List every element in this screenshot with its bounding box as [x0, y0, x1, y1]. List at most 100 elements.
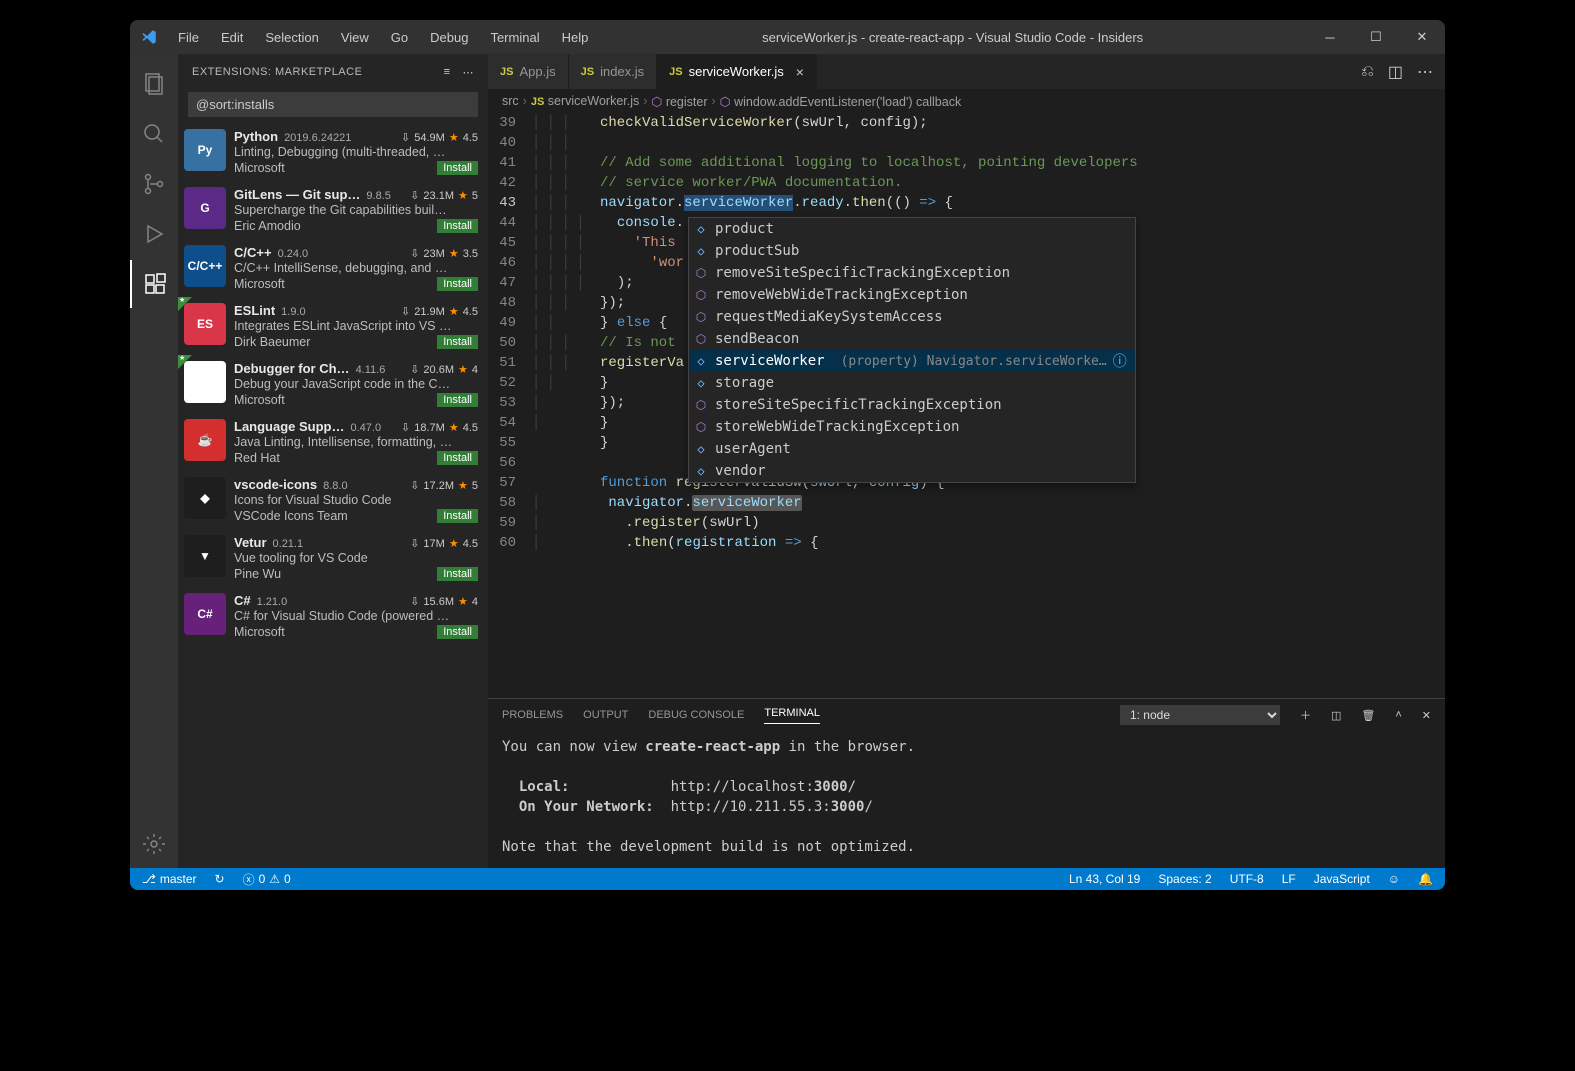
breadcrumb-part[interactable]: JS serviceWorker.js	[531, 94, 639, 108]
minimize-button[interactable]: ─	[1307, 20, 1353, 54]
extension-item[interactable]: ▼ Vetur0.21.1 ⇩17M ★4.5 Vue tooling for …	[178, 529, 488, 587]
minimap[interactable]	[1427, 113, 1445, 698]
code-line[interactable]: 41│ │ │ // Add some additional logging t…	[488, 153, 1427, 173]
code-line[interactable]: 40│ │ │	[488, 133, 1427, 153]
extension-item[interactable]: G GitLens — Git sup…9.8.5 ⇩23.1M ★5 Supe…	[178, 181, 488, 239]
code-editor[interactable]: 39│ │ │ checkValidServiceWorker(swUrl, c…	[488, 113, 1445, 698]
problems-status[interactable]: ⓧ0 ⚠0	[239, 871, 295, 888]
suggest-item[interactable]: ⬡sendBeacon	[689, 328, 1135, 350]
extension-item[interactable]: ☕ Language Supp…0.47.0 ⇩18.7M ★4.5 Java …	[178, 413, 488, 471]
more-icon[interactable]: ⋯	[463, 66, 475, 79]
install-button[interactable]: Install	[437, 335, 478, 349]
suggest-label: storeSiteSpecificTrackingException	[715, 397, 1002, 413]
maximize-button[interactable]: ☐	[1353, 20, 1399, 54]
breadcrumb[interactable]: src›JS serviceWorker.js›⬡ register›⬡ win…	[488, 89, 1445, 113]
panel-tab[interactable]: PROBLEMS	[502, 709, 563, 721]
explorer-icon[interactable]	[130, 60, 178, 108]
editor-tab[interactable]: JSserviceWorker.js×	[657, 54, 817, 89]
extension-item[interactable]: ◐ Debugger for Ch…4.11.6 ⇩20.6M ★4 Debug…	[178, 355, 488, 413]
menu-go[interactable]: Go	[381, 24, 418, 51]
terminal-select[interactable]: 1: node	[1120, 705, 1280, 725]
extension-item[interactable]: C/C++ C/C++0.24.0 ⇩23M ★3.5 C/C++ Intell…	[178, 239, 488, 297]
extension-version: 0.47.0	[351, 422, 382, 434]
extension-item[interactable]: C# C#1.21.0 ⇩15.6M ★4 C# for Visual Stud…	[178, 587, 488, 645]
install-button[interactable]: Install	[437, 161, 478, 175]
suggest-item[interactable]: ◇vendor	[689, 460, 1135, 482]
git-branch[interactable]: ⎇master	[138, 872, 201, 886]
intellisense-suggest[interactable]: ◇product◇productSub⬡removeSiteSpecificTr…	[688, 217, 1136, 483]
extension-item[interactable]: Py Python2019.6.24221 ⇩54.9M ★4.5 Lintin…	[178, 123, 488, 181]
code-line[interactable]: 58│ navigator.serviceWorker	[488, 493, 1427, 513]
suggest-item[interactable]: ⬡storeSiteSpecificTrackingException	[689, 394, 1135, 416]
suggest-item[interactable]: ⬡storeWebWideTrackingException	[689, 416, 1135, 438]
more-icon[interactable]: ⋯	[1417, 62, 1433, 82]
breadcrumb-part[interactable]: src	[502, 94, 519, 108]
star-icon: ★	[449, 131, 459, 144]
panel-tab[interactable]: DEBUG CONSOLE	[648, 709, 744, 721]
language-mode[interactable]: JavaScript	[1310, 872, 1374, 886]
menu-view[interactable]: View	[331, 24, 379, 51]
suggest-item[interactable]: ⬡removeWebWideTrackingException	[689, 284, 1135, 306]
suggest-item[interactable]: ◇serviceWorker(property) Navigator.servi…	[689, 350, 1135, 372]
indentation[interactable]: Spaces: 2	[1154, 872, 1215, 886]
info-icon[interactable]: ⓘ	[1113, 351, 1127, 371]
code-line[interactable]: 59│ .register(swUrl)	[488, 513, 1427, 533]
eol[interactable]: LF	[1278, 872, 1300, 886]
code-line[interactable]: 60│ .then(registration => {	[488, 533, 1427, 553]
search-icon[interactable]	[130, 110, 178, 158]
debug-icon[interactable]	[130, 210, 178, 258]
menu-terminal[interactable]: Terminal	[480, 24, 549, 51]
code-line[interactable]: 42│ │ │ // service worker/PWA documentat…	[488, 173, 1427, 193]
feedback-icon[interactable]: ☺	[1384, 872, 1404, 886]
breadcrumb-part[interactable]: ⬡ register	[651, 94, 707, 109]
split-icon[interactable]: ◫	[1388, 62, 1403, 82]
trash-icon[interactable]: 🗑	[1361, 709, 1375, 722]
install-button[interactable]: Install	[437, 277, 478, 291]
menu-selection[interactable]: Selection	[255, 24, 328, 51]
cursor-position[interactable]: Ln 43, Col 19	[1065, 872, 1144, 886]
breadcrumb-part[interactable]: ⬡ window.addEventListener('load') callba…	[720, 94, 962, 109]
menu-debug[interactable]: Debug	[420, 24, 478, 51]
compare-icon[interactable]: ⎌	[1361, 63, 1374, 81]
encoding[interactable]: UTF-8	[1226, 872, 1268, 886]
menu-file[interactable]: File	[168, 24, 209, 51]
install-button[interactable]: Install	[437, 219, 478, 233]
code-line[interactable]: 43│ │ │ navigator.serviceWorker.ready.th…	[488, 193, 1427, 213]
code-line[interactable]: 39│ │ │ checkValidServiceWorker(swUrl, c…	[488, 113, 1427, 133]
notifications-icon[interactable]: 🔔	[1414, 872, 1437, 886]
settings-gear-icon[interactable]	[130, 820, 178, 868]
filter-icon[interactable]: ≡	[444, 66, 451, 79]
install-button[interactable]: Install	[437, 451, 478, 465]
panel-tab[interactable]: OUTPUT	[583, 709, 628, 721]
suggest-item[interactable]: ◇storage	[689, 372, 1135, 394]
extensions-icon[interactable]	[130, 260, 178, 308]
close-button[interactable]: ✕	[1399, 20, 1445, 54]
extension-search-input[interactable]	[188, 92, 478, 117]
panel-tab[interactable]: TERMINAL	[764, 707, 820, 724]
extension-item[interactable]: ES ESLint1.9.0 ⇩21.9M ★4.5 Integrates ES…	[178, 297, 488, 355]
close-panel-icon[interactable]: ✕	[1422, 709, 1431, 722]
extension-list[interactable]: Py Python2019.6.24221 ⇩54.9M ★4.5 Lintin…	[178, 123, 488, 868]
close-tab-icon[interactable]: ×	[796, 64, 804, 80]
install-button[interactable]: Install	[437, 393, 478, 407]
extension-item[interactable]: ◆ vscode-icons8.8.0 ⇩17.2M ★5 Icons for …	[178, 471, 488, 529]
editor-tab[interactable]: JSindex.js	[569, 54, 658, 89]
new-terminal-icon[interactable]: ＋	[1300, 707, 1311, 723]
suggest-item[interactable]: ◇userAgent	[689, 438, 1135, 460]
menu-help[interactable]: Help	[552, 24, 599, 51]
menu-edit[interactable]: Edit	[211, 24, 253, 51]
sync-icon[interactable]: ↻	[211, 872, 229, 886]
split-terminal-icon[interactable]: ◫	[1331, 709, 1341, 722]
install-button[interactable]: Install	[437, 509, 478, 523]
suggest-item[interactable]: ◇product	[689, 218, 1135, 240]
install-button[interactable]: Install	[437, 567, 478, 581]
suggest-item[interactable]: ⬡requestMediaKeySystemAccess	[689, 306, 1135, 328]
editor-tab[interactable]: JSApp.js	[488, 54, 569, 89]
maximize-panel-icon[interactable]: ˄	[1395, 709, 1401, 721]
suggest-item[interactable]: ⬡removeSiteSpecificTrackingException	[689, 262, 1135, 284]
suggest-item[interactable]: ◇productSub	[689, 240, 1135, 262]
terminal-output[interactable]: You can now view create-react-app in the…	[488, 731, 1445, 868]
scm-icon[interactable]	[130, 160, 178, 208]
install-button[interactable]: Install	[437, 625, 478, 639]
star-icon: ★	[449, 421, 459, 434]
